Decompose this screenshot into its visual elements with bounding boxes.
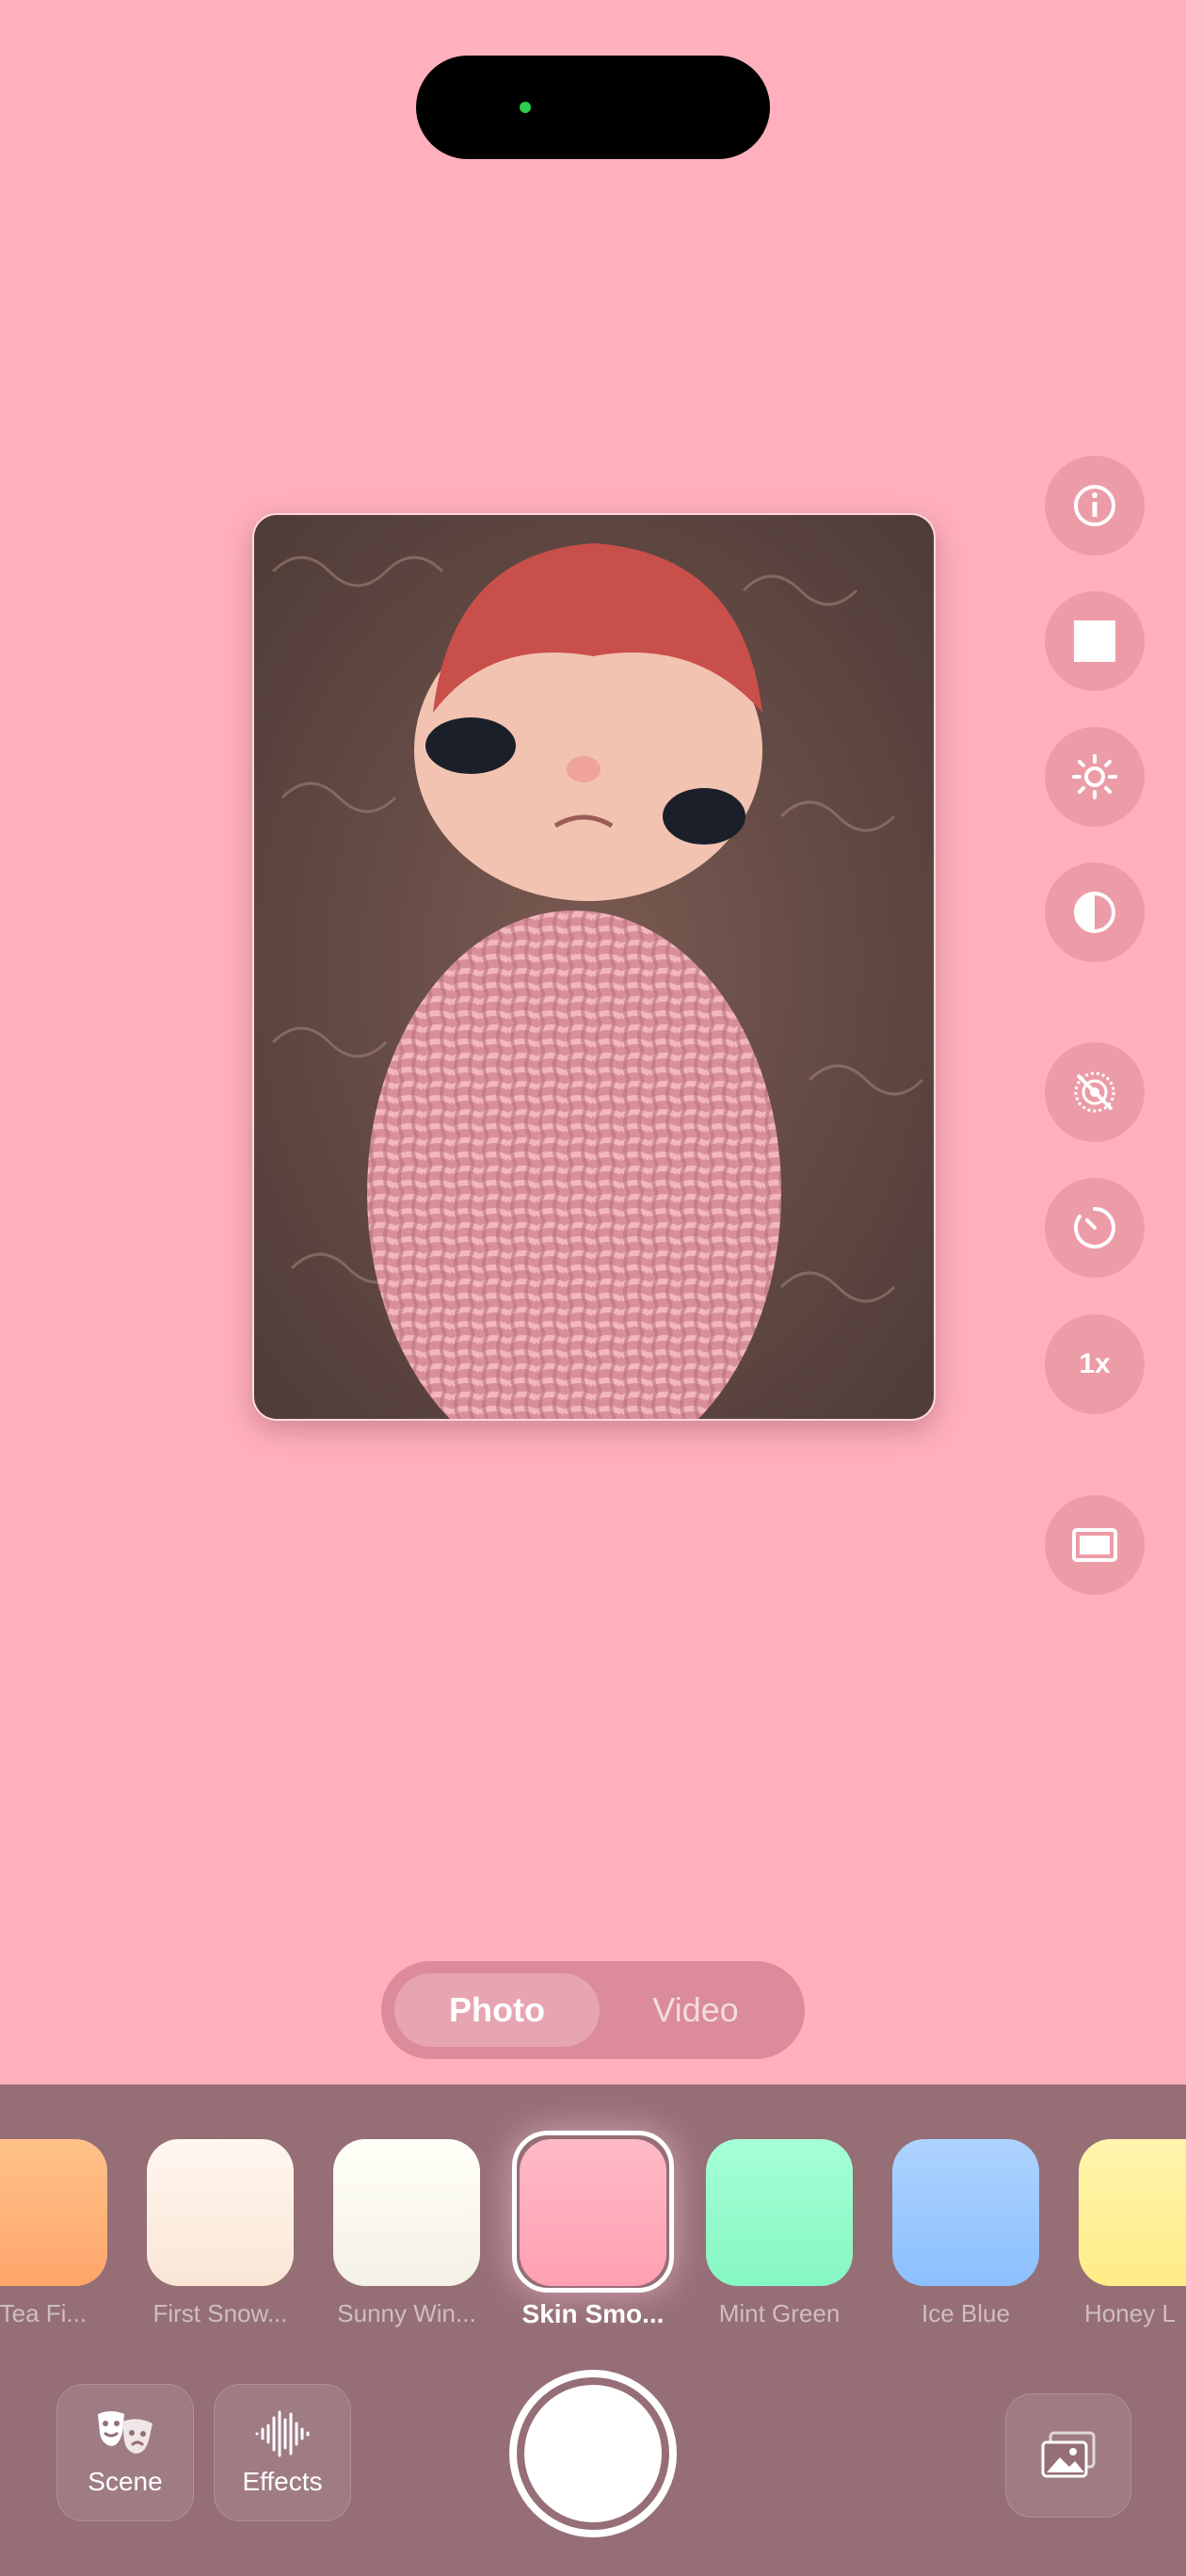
filter-label: Mint Green [718,2299,841,2327]
gallery-button[interactable] [1005,2393,1131,2518]
aspect-ratio-button[interactable] [1045,591,1145,691]
camera-indicator-dot [520,102,531,113]
theater-masks-icon [98,2411,152,2454]
filter-label: Ice Blue [922,2299,1010,2327]
effects-button[interactable]: Effects [214,2384,351,2521]
zoom-button[interactable]: 1x [1045,1314,1145,1414]
aspect-square-icon [1074,620,1115,662]
filter-sunny-winter[interactable] [333,2139,480,2286]
brightness-button[interactable] [1045,727,1145,827]
info-icon [1074,485,1115,526]
live-off-icon [1074,1071,1115,1113]
filter-ice-blue[interactable] [892,2139,1039,2286]
dynamic-island [416,56,770,159]
frame-icon [1072,1528,1117,1562]
timer-icon [1074,1207,1115,1248]
video-mode-button[interactable]: Video [600,1973,792,2047]
preview-image [254,515,934,1419]
filter-label: First Snow... [152,2299,288,2327]
shutter-inner [524,2385,662,2522]
scene-button[interactable]: Scene [56,2384,194,2521]
filter-label: k Tea Fi... [0,2299,88,2327]
live-photo-button[interactable] [1045,1042,1145,1142]
filter-skin-smooth[interactable] [520,2139,666,2286]
filter-label: Sunny Win... [337,2299,476,2327]
timer-button[interactable] [1045,1178,1145,1278]
contrast-icon [1074,892,1115,933]
scene-label: Scene [88,2467,163,2496]
gallery-icon [1041,2431,1096,2478]
frame-button[interactable] [1045,1495,1145,1595]
filter-mint-green[interactable] [706,2139,853,2286]
effects-label: Effects [242,2467,323,2496]
waveform-icon [255,2410,310,2457]
contrast-button[interactable] [1045,862,1145,962]
filter-milk-tea[interactable] [0,2139,107,2286]
info-button[interactable] [1045,456,1145,555]
shutter-button[interactable] [509,2370,677,2537]
filter-honey[interactable] [1079,2139,1186,2286]
brightness-icon [1072,754,1117,799]
filter-label: Honey L [1084,2299,1176,2327]
photo-mode-button[interactable]: Photo [394,1973,600,2047]
mode-toggle[interactable]: Photo Video [381,1961,805,2059]
zoom-label: 1x [1079,1348,1111,1379]
filter-first-snow[interactable] [147,2139,294,2286]
photo-preview[interactable] [252,513,936,1421]
filter-label-selected: Skin Smo... [521,2299,665,2328]
